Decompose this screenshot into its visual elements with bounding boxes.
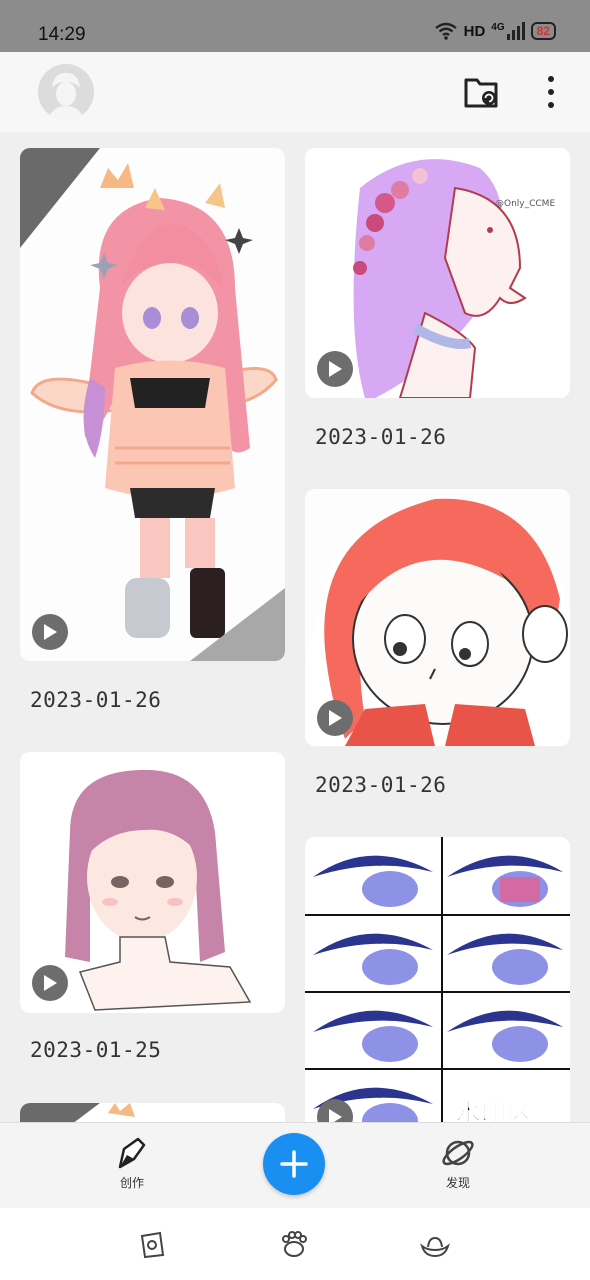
sys-button-right[interactable]: [419, 1228, 451, 1260]
artwork-thumbnail: [20, 1103, 285, 1122]
status-icons: HD 4G 82: [434, 22, 556, 40]
signal-type-label: 4G: [491, 22, 505, 33]
gallery-card[interactable]: [20, 752, 285, 1013]
more-options-button[interactable]: [538, 74, 564, 110]
bottom-navigation: 创作 发现: [0, 1122, 590, 1209]
play-icon: [329, 710, 342, 726]
plus-icon: [280, 1150, 308, 1178]
watermark-text: 水印区: [455, 1099, 533, 1122]
folder-sync-button[interactable]: [463, 74, 501, 110]
play-button[interactable]: [32, 614, 68, 650]
user-avatar-icon: [38, 64, 94, 120]
paw-icon: [282, 1231, 307, 1257]
ingot-icon: [420, 1236, 450, 1258]
status-time: 14:29: [38, 24, 86, 45]
play-icon: [329, 361, 342, 377]
pencil-icon: [118, 1137, 146, 1169]
artwork-date: 2023-01-26: [315, 425, 447, 449]
sys-button-left[interactable]: [136, 1228, 168, 1260]
gallery-feed[interactable]: 2023-01-26 @Only_CCME 2023-01-26 2023-01…: [0, 132, 590, 1122]
signal-icon: 4G: [491, 22, 525, 40]
system-navigation-bar: [0, 1208, 590, 1280]
folder-sync-icon: [464, 78, 498, 108]
gallery-card[interactable]: @Only_CCME: [305, 148, 570, 398]
play-button[interactable]: [317, 351, 353, 387]
network-type-label: HD: [463, 22, 486, 40]
avatar[interactable]: [38, 64, 94, 120]
artwork-date: 2023-01-26: [315, 773, 447, 797]
artwork-date: 2023-01-26: [30, 688, 162, 712]
wifi-icon: [434, 22, 457, 40]
more-vert-icon: [548, 76, 554, 108]
battery-level: 82: [536, 24, 550, 38]
play-icon: [44, 624, 57, 640]
gift-card-icon: [140, 1231, 165, 1259]
top-app-bar: [0, 52, 590, 132]
artwork-date: 2023-01-25: [30, 1038, 162, 1062]
nav-create-label: 创作: [119, 1176, 144, 1190]
add-button[interactable]: [263, 1133, 325, 1195]
svg-text:@Only_CCME: @Only_CCME: [495, 199, 555, 209]
play-button[interactable]: [32, 965, 68, 1001]
artwork-thumbnail: [20, 148, 285, 661]
gallery-card[interactable]: [20, 148, 285, 661]
play-button[interactable]: [317, 700, 353, 736]
nav-discover-label: 发现: [445, 1176, 470, 1190]
play-icon: [329, 1109, 342, 1122]
play-icon: [44, 975, 57, 991]
gallery-card[interactable]: 水印区: [305, 837, 570, 1122]
gallery-card[interactable]: [20, 1103, 285, 1122]
nav-create[interactable]: 创作: [92, 1135, 172, 1191]
gallery-card[interactable]: [305, 489, 570, 746]
status-bar: 14:29 HD 4G 82: [0, 0, 590, 52]
sys-button-center[interactable]: [278, 1228, 310, 1260]
planet-icon: [442, 1140, 474, 1166]
battery-indicator: 82: [530, 22, 556, 40]
nav-discover[interactable]: 发现: [418, 1135, 498, 1191]
artwork-thumbnail: 水印区: [305, 837, 570, 1122]
